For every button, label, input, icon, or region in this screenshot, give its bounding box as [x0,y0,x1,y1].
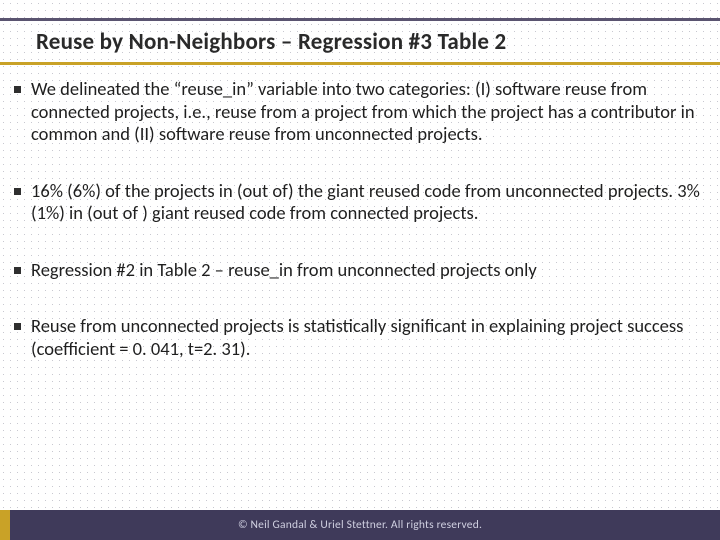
bullet-marker-icon [14,86,21,93]
title-underline [0,62,720,65]
bullet-text: 16% (6%) of the projects in (out of) the… [31,180,700,225]
list-item: Reuse from unconnected projects is stati… [14,315,700,360]
bullet-text: Reuse from unconnected projects is stati… [31,315,700,360]
slide: Reuse by Non-Neighbors – Regression #3 T… [0,0,720,540]
list-item: 16% (6%) of the projects in (out of) the… [14,180,700,225]
footer-bar: © Neil Gandal & Uriel Stettner. All righ… [0,510,720,540]
bullet-marker-icon [14,323,21,330]
slide-title: Reuse by Non-Neighbors – Regression #3 T… [36,28,690,56]
footer-copyright: © Neil Gandal & Uriel Stettner. All righ… [238,518,482,532]
bullet-text: We delineated the “reuse_in” variable in… [31,78,700,146]
list-item: Regression #2 in Table 2 – reuse_in from… [14,259,700,282]
bullet-text: Regression #2 in Table 2 – reuse_in from… [31,259,700,282]
bullet-marker-icon [14,188,21,195]
content-area: We delineated the “reuse_in” variable in… [14,78,700,490]
top-bar [0,18,720,21]
bullet-marker-icon [14,267,21,274]
list-item: We delineated the “reuse_in” variable in… [14,78,700,146]
footer-accent [0,510,10,540]
